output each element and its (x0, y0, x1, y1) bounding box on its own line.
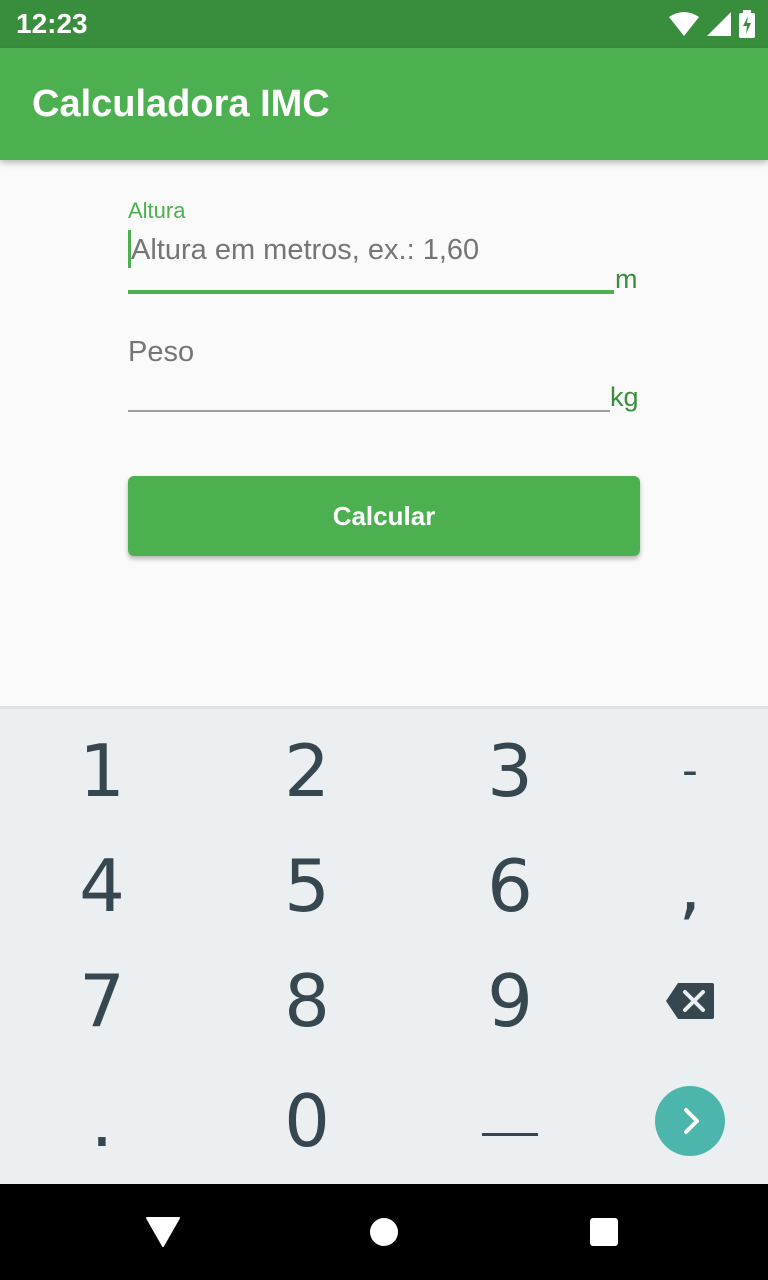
next-icon (655, 1085, 725, 1156)
key-minus[interactable]: - (594, 713, 768, 828)
key-8[interactable]: 8 (211, 943, 403, 1058)
home-button[interactable] (364, 1212, 404, 1252)
key-2[interactable]: 2 (211, 713, 403, 828)
app-title: Calculadora IMC (32, 83, 330, 125)
altura-suffix: m (615, 264, 638, 294)
altura-underline (128, 290, 614, 294)
backspace-icon (666, 982, 714, 1019)
wifi-icon (669, 12, 699, 36)
key-3[interactable]: 3 (414, 713, 606, 828)
key-comma[interactable]: , (594, 828, 768, 943)
peso-underline (128, 410, 610, 412)
peso-suffix: kg (610, 382, 639, 412)
key-0[interactable]: 0 (211, 1063, 403, 1178)
altura-input[interactable] (131, 232, 615, 268)
back-button[interactable] (143, 1212, 183, 1252)
peso-field[interactable]: Peso kg (128, 332, 640, 416)
next-key[interactable] (594, 1063, 768, 1178)
key-6[interactable]: 6 (414, 828, 606, 943)
backspace-key[interactable] (594, 943, 768, 1058)
key-7[interactable]: 7 (6, 943, 198, 1058)
recents-button[interactable] (584, 1212, 624, 1252)
numeric-keyboard: 1 2 3 - 4 5 6 , 7 8 9 . 0 (0, 706, 768, 1187)
key-4[interactable]: 4 (6, 828, 198, 943)
key-period[interactable]: . (6, 1063, 198, 1178)
status-icons (668, 10, 756, 38)
back-icon (146, 1217, 180, 1247)
peso-label: Peso (128, 336, 195, 368)
calcular-button[interactable]: Calcular (128, 476, 640, 556)
recents-icon (590, 1218, 618, 1246)
key-1[interactable]: 1 (6, 713, 198, 828)
main-content: Altura m Peso kg Calcular (0, 160, 768, 706)
altura-field[interactable]: Altura m (128, 198, 640, 298)
status-time: 12:23 (16, 8, 88, 39)
space-icon (482, 1132, 538, 1136)
key-5[interactable]: 5 (211, 828, 403, 943)
altura-label: Altura (128, 198, 186, 223)
app-bar: Calculadora IMC (0, 48, 768, 160)
navigation-bar (0, 1184, 768, 1280)
signal-icon (707, 12, 731, 36)
battery-charging-icon (739, 10, 755, 38)
home-icon (370, 1218, 398, 1246)
status-bar: 12:23 (0, 0, 768, 48)
key-9[interactable]: 9 (414, 943, 606, 1058)
space-key[interactable] (414, 1063, 606, 1178)
